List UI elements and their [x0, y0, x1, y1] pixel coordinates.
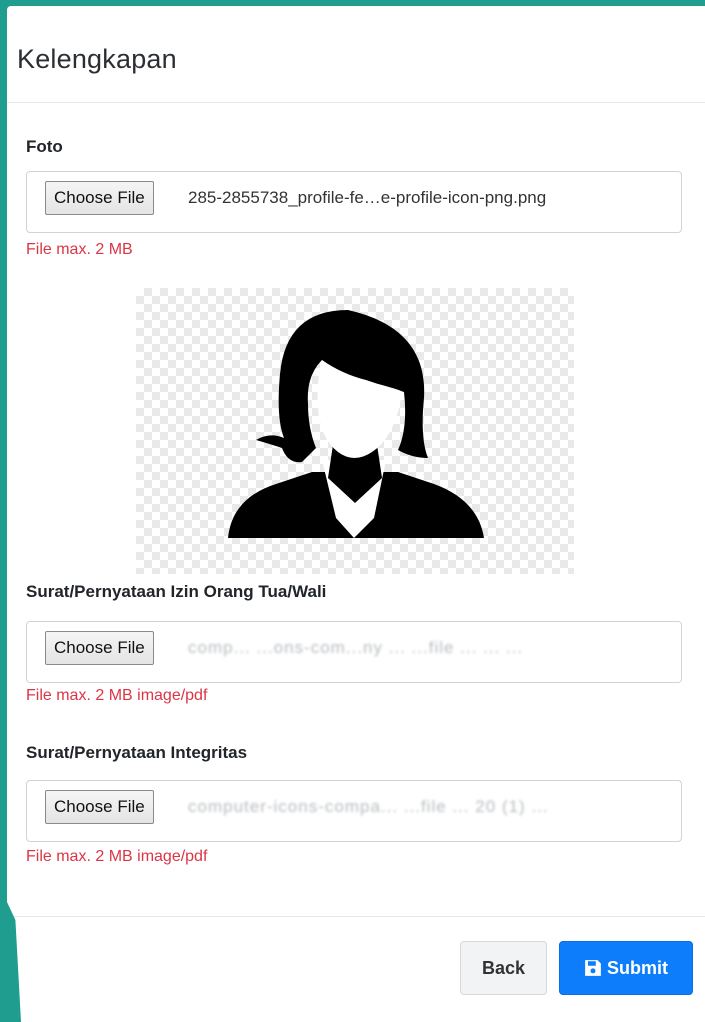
female-profile-silhouette-icon — [228, 310, 484, 538]
integritas-help-text: File max. 2 MB image/pdf — [26, 848, 208, 865]
back-button[interactable]: Back — [460, 941, 547, 995]
submit-button[interactable]: Submit — [559, 941, 693, 995]
izin-help-text: File max. 2 MB image/pdf — [26, 687, 208, 704]
foto-choose-file-button[interactable]: Choose File — [45, 181, 154, 215]
integritas-choose-file-button[interactable]: Choose File — [45, 790, 154, 824]
integritas-label: Surat/Pernyataan Integritas — [26, 743, 248, 762]
modal-dialog: Kelengkapan Foto Choose File 285-2855738… — [7, 6, 705, 1022]
submit-button-label: Submit — [607, 957, 668, 978]
back-button-label: Back — [481, 957, 526, 978]
integritas-file-name: computer-icons-compa... ...file ... 20 (… — [188, 797, 549, 816]
modal-header: Kelengkapan — [7, 6, 705, 103]
izin-choose-file-button[interactable]: Choose File — [45, 631, 154, 665]
izin-file-name: comp... ...ons-com...ny ... ...file ... … — [188, 638, 524, 657]
floppy-disk-icon — [585, 960, 601, 976]
foto-help-text: File max. 2 MB — [26, 241, 133, 258]
izin-label: Surat/Pernyataan Izin Orang Tua/Wali — [26, 582, 327, 601]
foto-file-name: 285-2855738_profile-fe…e-profile-icon-pn… — [188, 188, 547, 207]
modal-title: Kelengkapan — [17, 44, 177, 74]
foto-file-input[interactable]: Choose File 285-2855738_profile-fe…e-pro… — [26, 171, 682, 233]
integritas-file-input[interactable]: Choose File computer-icons-compa... ...f… — [26, 780, 682, 842]
corner-decoration — [7, 902, 21, 1022]
foto-preview-image — [136, 288, 574, 574]
foto-label: Foto — [26, 137, 63, 156]
modal-footer-divider — [7, 916, 705, 917]
izin-file-input[interactable]: Choose File comp... ...ons-com...ny ... … — [26, 621, 682, 683]
